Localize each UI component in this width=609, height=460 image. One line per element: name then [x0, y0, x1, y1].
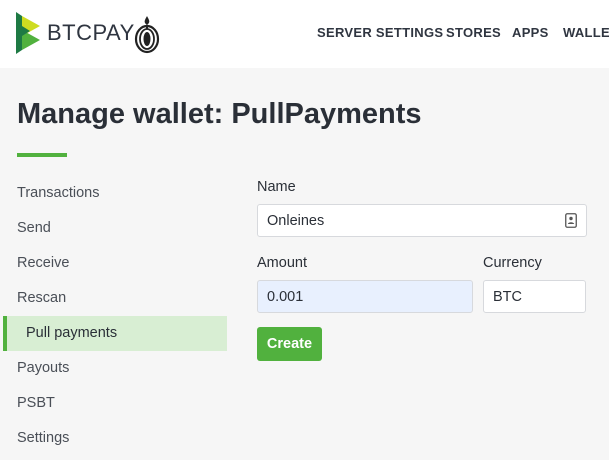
nav-apps[interactable]: APPS — [512, 25, 549, 40]
sidebar-item-send[interactable]: Send — [17, 220, 51, 236]
amount-field[interactable] — [257, 280, 473, 313]
name-label: Name — [257, 179, 296, 195]
sidebar-item-rescan[interactable]: Rescan — [17, 290, 66, 306]
nav-stores[interactable]: STORES — [446, 25, 501, 40]
currency-field[interactable] — [483, 280, 586, 313]
nav-wallets[interactable]: WALLETS — [563, 25, 609, 40]
nav-server-settings[interactable]: SERVER SETTINGS — [317, 25, 443, 40]
amount-label: Amount — [257, 255, 307, 271]
sidebar-item-pull-payments[interactable]: Pull payments — [3, 316, 227, 351]
btcpay-logo-icon[interactable] — [16, 12, 42, 54]
tor-onion-icon[interactable] — [134, 14, 160, 54]
brand-name[interactable]: BTCPAY — [47, 20, 135, 46]
name-field[interactable] — [257, 204, 587, 237]
page-title: Manage wallet: PullPayments — [17, 98, 422, 130]
currency-label: Currency — [483, 255, 542, 271]
sidebar-item-receive[interactable]: Receive — [17, 255, 69, 271]
sidebar-item-label: Pull payments — [26, 325, 118, 341]
top-navbar: BTCPAY SERVER SETTINGS STORES APPS WALLE… — [0, 0, 609, 68]
contact-card-icon[interactable] — [565, 213, 577, 228]
sidebar-item-settings[interactable]: Settings — [17, 430, 69, 446]
sidebar-item-psbt[interactable]: PSBT — [17, 395, 55, 411]
title-underline — [17, 153, 67, 157]
sidebar-item-transactions[interactable]: Transactions — [17, 185, 99, 201]
create-button[interactable]: Create — [257, 327, 322, 361]
sidebar-item-payouts[interactable]: Payouts — [17, 360, 69, 376]
